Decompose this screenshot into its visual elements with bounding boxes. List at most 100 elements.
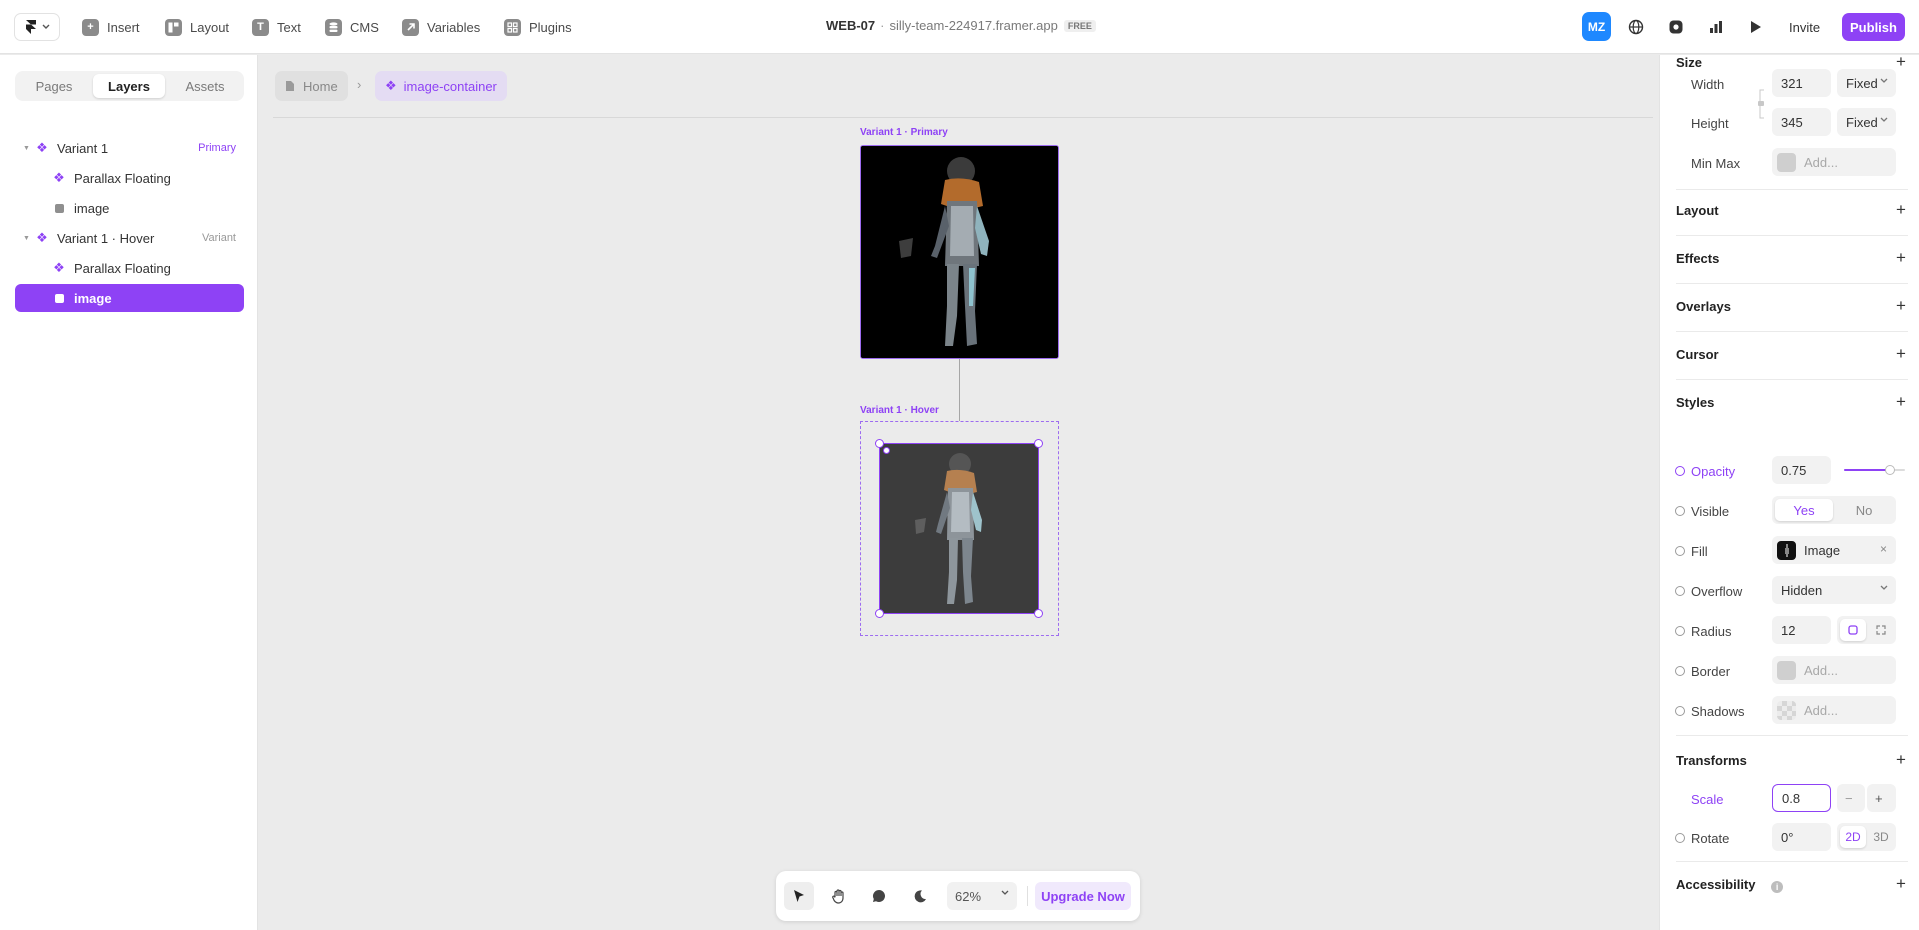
resize-handle-top-right[interactable]: [1034, 439, 1043, 448]
radius-individual-option[interactable]: [1868, 619, 1894, 641]
scale-increment-button[interactable]: +: [1867, 784, 1896, 812]
overlays-add-icon[interactable]: +: [1896, 297, 1906, 314]
size-add-icon[interactable]: +: [1896, 53, 1906, 70]
comment-tool-button[interactable]: [864, 882, 894, 910]
opacity-slider[interactable]: [1844, 465, 1905, 475]
variant-hover-label[interactable]: Variant 1 · Hover: [860, 405, 939, 416]
layout-add-icon[interactable]: +: [1896, 201, 1906, 218]
overflow-select[interactable]: Hidden: [1772, 576, 1896, 604]
border-reset-icon[interactable]: [1675, 666, 1685, 676]
fill-field[interactable]: Image ×: [1772, 536, 1896, 564]
cms-button[interactable]: CMS: [325, 15, 379, 39]
layer-variant-1-hover[interactable]: ▼ ❖ Variant 1 · Hover Variant: [15, 224, 244, 252]
shadows-reset-icon[interactable]: [1675, 706, 1685, 716]
remove-fill-icon[interactable]: ×: [1880, 542, 1887, 556]
breadcrumb-home[interactable]: Home: [275, 71, 348, 101]
resize-handle-top-left[interactable]: [875, 439, 884, 448]
variables-button[interactable]: Variables: [402, 15, 480, 39]
fill-reset-icon[interactable]: [1675, 546, 1685, 556]
canvas[interactable]: Home › ❖ image-container Variant 1 · Pri…: [259, 55, 1658, 930]
rotate-3d-option[interactable]: 3D: [1868, 826, 1894, 848]
height-mode-select[interactable]: Fixed: [1837, 108, 1896, 136]
cms-label: CMS: [350, 19, 379, 35]
panel-tabs: Pages Layers Assets: [15, 71, 244, 101]
layout-section-title[interactable]: Layout: [1676, 203, 1719, 218]
radius-uniform-option[interactable]: [1840, 619, 1866, 641]
effects-section-title[interactable]: Effects: [1676, 251, 1719, 266]
shadows-field[interactable]: Add...: [1772, 696, 1896, 724]
layer-parallax-floating[interactable]: ❖ Parallax Floating: [15, 164, 244, 192]
breadcrumb-current[interactable]: ❖ image-container: [375, 71, 507, 101]
upgrade-now-button[interactable]: Upgrade Now: [1035, 882, 1131, 910]
select-tool-button[interactable]: [784, 882, 814, 910]
publish-button[interactable]: Publish: [1842, 13, 1905, 41]
resize-handle-bottom-left[interactable]: [875, 609, 884, 618]
width-mode-select[interactable]: Fixed: [1837, 69, 1896, 97]
project-title[interactable]: WEB-07 · silly-team-224917.framer.app FREE: [826, 18, 1096, 33]
opacity-reset-icon[interactable]: [1675, 466, 1685, 476]
expand-caret-icon[interactable]: ▼: [23, 145, 31, 152]
radius-input[interactable]: 12: [1772, 616, 1831, 644]
layout-button[interactable]: Layout: [165, 15, 229, 39]
rotate-input[interactable]: 0°: [1772, 823, 1831, 851]
preview-button[interactable]: [1741, 12, 1771, 42]
opacity-slider-knob[interactable]: [1884, 465, 1895, 475]
aspect-lock-icon[interactable]: [1757, 89, 1767, 119]
zoom-select[interactable]: 62%: [947, 882, 1017, 910]
resize-handle-bottom-right[interactable]: [1034, 609, 1043, 618]
dark-mode-button[interactable]: [904, 882, 934, 910]
framer-menu-button[interactable]: [14, 13, 60, 41]
accessibility-section-title[interactable]: Accessibility i: [1676, 877, 1784, 893]
layer-image[interactable]: image: [15, 194, 244, 222]
styles-add-icon[interactable]: +: [1896, 393, 1906, 410]
layer-parallax-floating-hover[interactable]: ❖ Parallax Floating: [15, 254, 244, 282]
radius-reset-icon[interactable]: [1675, 626, 1685, 636]
framer-logo-icon: [25, 20, 36, 34]
opacity-input[interactable]: 0.75: [1772, 456, 1831, 484]
tab-assets[interactable]: Assets: [169, 74, 241, 98]
expand-caret-icon[interactable]: ▼: [23, 235, 31, 242]
visible-no-option[interactable]: No: [1835, 499, 1893, 521]
layer-label: Parallax Floating: [74, 170, 171, 186]
hand-tool-button[interactable]: [824, 882, 854, 910]
bar-chart-icon: [1710, 21, 1722, 33]
scale-decrement-button[interactable]: −: [1837, 784, 1865, 812]
plus-icon: +: [82, 18, 99, 36]
insert-button[interactable]: + Insert: [82, 15, 140, 39]
transforms-add-icon[interactable]: +: [1896, 751, 1906, 768]
settings-button[interactable]: [1661, 12, 1691, 42]
minmax-field[interactable]: Add...: [1772, 148, 1896, 176]
overflow-reset-icon[interactable]: [1675, 586, 1685, 596]
variant-primary-label[interactable]: Variant 1 · Primary: [860, 127, 948, 138]
border-field[interactable]: Add...: [1772, 656, 1896, 684]
tab-layers[interactable]: Layers: [93, 74, 165, 98]
scale-input[interactable]: 0.8: [1772, 784, 1831, 812]
text-button[interactable]: T Text: [252, 15, 301, 39]
cursor-section-title[interactable]: Cursor: [1676, 347, 1719, 362]
height-input[interactable]: 345: [1772, 108, 1831, 136]
avatar[interactable]: MZ: [1582, 12, 1611, 41]
shadows-swatch: [1777, 700, 1796, 720]
visible-yes-option[interactable]: Yes: [1775, 499, 1833, 521]
overlays-section-title[interactable]: Overlays: [1676, 299, 1731, 314]
analytics-button[interactable]: [1701, 12, 1731, 42]
cursor-add-icon[interactable]: +: [1896, 345, 1906, 362]
rotate-2d-option[interactable]: 2D: [1840, 826, 1866, 848]
effects-add-icon[interactable]: +: [1896, 249, 1906, 266]
rotate-reset-icon[interactable]: [1675, 833, 1685, 843]
tab-pages[interactable]: Pages: [18, 74, 90, 98]
plugins-button[interactable]: Plugins: [504, 15, 572, 39]
info-icon[interactable]: i: [1771, 881, 1784, 893]
width-input[interactable]: 321: [1772, 69, 1831, 97]
variant-primary-frame[interactable]: [860, 145, 1059, 359]
accessibility-add-icon[interactable]: +: [1896, 875, 1906, 892]
visible-reset-icon[interactable]: [1675, 506, 1685, 516]
globe-icon: [1628, 19, 1644, 35]
layer-variant-1[interactable]: ▼ ❖ Variant 1 Primary: [15, 134, 244, 162]
radius-handle[interactable]: [883, 447, 890, 454]
site-settings-button[interactable]: [1621, 12, 1651, 42]
selected-image-hover[interactable]: [879, 443, 1039, 614]
variables-icon: [402, 18, 419, 36]
invite-button[interactable]: Invite: [1780, 13, 1829, 41]
layer-image-selected[interactable]: image: [15, 284, 244, 312]
